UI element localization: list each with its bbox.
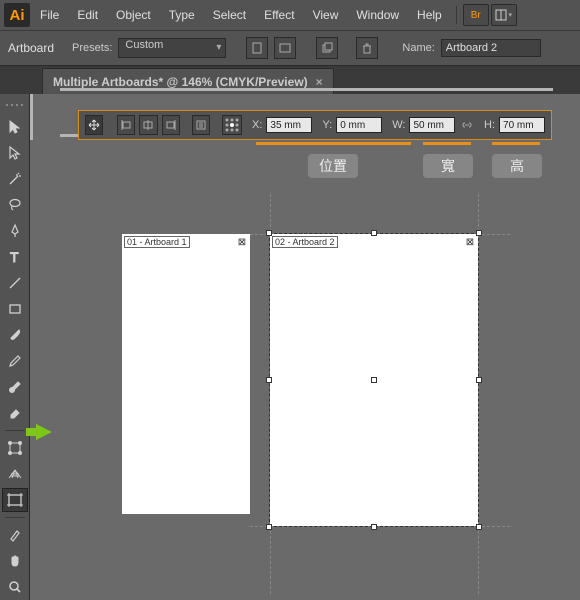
link-dimensions-icon[interactable] (459, 117, 474, 133)
center-handle[interactable] (371, 377, 377, 383)
direct-selection-tool[interactable] (3, 142, 27, 164)
artboard-name-input[interactable] (441, 39, 541, 57)
line-tool[interactable] (3, 272, 27, 294)
orientation-landscape-button[interactable] (274, 37, 296, 59)
menu-effect[interactable]: Effect (256, 4, 302, 26)
canvas[interactable]: X: Y: W: H: 位置 寬 高 01 - Artboard 1 ⊠ (30, 94, 580, 600)
lasso-tool[interactable] (3, 194, 27, 216)
w-label: W: (392, 119, 405, 131)
resize-handle[interactable] (476, 524, 482, 530)
annotation-underline (492, 142, 540, 145)
perspective-grid-tool[interactable] (3, 463, 27, 485)
tool-panel: T (0, 94, 30, 600)
artboard-label: 01 - Artboard 1 (124, 236, 190, 248)
name-label: Name: (402, 42, 434, 54)
guide-horizontal (250, 526, 510, 527)
close-tab-icon[interactable]: × (316, 75, 323, 89)
resize-handle[interactable] (476, 230, 482, 236)
artboard-options-panel: X: Y: W: H: (78, 110, 552, 140)
y-label: Y: (322, 119, 332, 131)
x-label: X: (252, 119, 262, 131)
w-input[interactable] (409, 117, 455, 133)
resize-handle[interactable] (266, 377, 272, 383)
menu-bar: Ai File Edit Object Type Select Effect V… (0, 0, 580, 30)
hand-tool[interactable] (3, 550, 27, 572)
guide-vertical (478, 194, 479, 594)
annotation-width: 寬 (423, 154, 473, 178)
menu-object[interactable]: Object (108, 4, 159, 26)
align-center-button[interactable] (139, 115, 157, 135)
svg-text:T: T (10, 249, 19, 265)
pencil-tool[interactable] (3, 350, 27, 372)
free-transform-tool[interactable] (3, 437, 27, 459)
annotation-arrow-icon (36, 424, 52, 440)
orientation-portrait-button[interactable] (246, 37, 268, 59)
annotation-guide (30, 94, 33, 140)
annotation-guide (60, 88, 553, 91)
resize-handle[interactable] (476, 377, 482, 383)
reference-point-selector[interactable] (222, 115, 242, 135)
annotation-position: 位置 (308, 154, 358, 178)
delete-artboard-button[interactable] (356, 37, 378, 59)
annotation-underline (256, 142, 411, 145)
annotation-height: 高 (492, 154, 542, 178)
control-bar: Artboard Presets: Custom Name: (0, 30, 580, 66)
h-label: H: (484, 119, 495, 131)
h-input[interactable] (499, 117, 545, 133)
menu-help[interactable]: Help (409, 4, 450, 26)
artboard-tool[interactable] (3, 489, 27, 511)
bridge-button[interactable]: Br (463, 4, 489, 26)
align-left-button[interactable] (117, 115, 135, 135)
tool-separator (5, 430, 25, 431)
tool-name-label: Artboard (8, 41, 66, 55)
presets-dropdown[interactable]: Custom (118, 38, 226, 58)
y-input[interactable] (336, 117, 382, 133)
menu-window[interactable]: Window (348, 4, 407, 26)
paintbrush-tool[interactable] (3, 324, 27, 346)
blob-brush-tool[interactable] (3, 376, 27, 398)
type-tool[interactable]: T (3, 246, 27, 268)
slice-tool[interactable] (3, 524, 27, 546)
x-input[interactable] (266, 117, 312, 133)
resize-handle[interactable] (371, 230, 377, 236)
selection-tool[interactable] (3, 116, 27, 138)
move-with-artboard-button[interactable] (85, 115, 103, 135)
resize-handle[interactable] (266, 524, 272, 530)
menu-edit[interactable]: Edit (69, 4, 106, 26)
menu-type[interactable]: Type (161, 4, 203, 26)
artboard-options-button[interactable] (192, 115, 210, 135)
arrange-documents-button[interactable]: ▾ (491, 4, 517, 26)
menu-divider (456, 6, 457, 24)
zoom-tool[interactable] (3, 576, 27, 598)
app-logo: Ai (4, 3, 30, 27)
artboard-1[interactable]: 01 - Artboard 1 ⊠ (122, 234, 250, 514)
menu-file[interactable]: File (32, 4, 67, 26)
artboard-close-icon[interactable]: ⊠ (237, 237, 247, 247)
eraser-tool[interactable] (3, 402, 27, 424)
rectangle-tool[interactable] (3, 298, 27, 320)
align-right-button[interactable] (162, 115, 180, 135)
pen-tool[interactable] (3, 220, 27, 242)
panel-grip[interactable] (5, 104, 25, 108)
resize-handle[interactable] (371, 524, 377, 530)
menu-view[interactable]: View (305, 4, 347, 26)
menu-select[interactable]: Select (205, 4, 254, 26)
resize-handle[interactable] (266, 230, 272, 236)
main-area: T X: Y: (0, 94, 580, 600)
tool-separator (5, 517, 25, 518)
artboard-selection (270, 234, 478, 526)
document-tab-title: Multiple Artboards* @ 146% (CMYK/Preview… (53, 75, 308, 89)
new-artboard-button[interactable] (316, 37, 338, 59)
annotation-underline (423, 142, 471, 145)
magic-wand-tool[interactable] (3, 168, 27, 190)
presets-label: Presets: (72, 42, 112, 54)
